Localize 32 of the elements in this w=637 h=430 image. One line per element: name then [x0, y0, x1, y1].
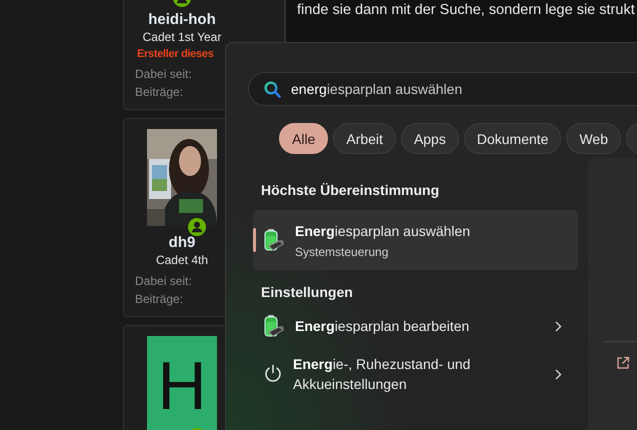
result-title: Energiesparplan bearbeiten [295, 317, 470, 336]
post-text: finde sie dann mit der Suche, sondern lege sie strukt [297, 1, 636, 20]
search-result[interactable]: Energiesparplan bearbeiten [253, 306, 578, 346]
search-icon [264, 80, 281, 98]
battery-icon [263, 228, 285, 252]
stat-label: Beiträge: [135, 291, 184, 307]
stat-label: Dabei seit: [135, 66, 193, 82]
avatar-letter: H [147, 336, 217, 430]
user-status-icon [188, 218, 206, 236]
user-rank: Cadet 4th [156, 252, 208, 269]
result-subtitle: Systemsteuerung [295, 245, 390, 259]
stat-label: Beiträge: [135, 84, 184, 100]
filter-chip[interactable]: Alle [279, 123, 328, 154]
battery-icon [263, 314, 285, 338]
search-field[interactable]: energiesparplan auswählen [248, 72, 637, 106]
user-name[interactable]: heidi-hoh [148, 10, 216, 29]
power-icon [263, 364, 283, 384]
filter-chip[interactable]: Dokumente [464, 123, 562, 154]
search-result[interactable]: Energiesparplan auswählen Systemsteuerung [253, 210, 578, 270]
open-external-icon[interactable] [616, 356, 630, 370]
result-title: Energie-, Ruhezustand- und Akkueinstellungen [293, 355, 472, 394]
search-result[interactable]: Energie-, Ruhezustand- und Akkueinstellungen [253, 346, 578, 402]
result-title: Energiesparplan auswählen [295, 222, 472, 241]
user-rank: Cadet 1st Year [142, 29, 222, 46]
user-name[interactable]: dh9 [168, 233, 196, 252]
filter-chip[interactable]: Web [566, 123, 621, 154]
stat-label: Dabei seit: [135, 273, 193, 289]
filter-chip[interactable]: Arbeit [333, 123, 396, 154]
author-label: Ersteller dieses [137, 47, 214, 62]
section-heading: Einstellungen [260, 283, 354, 302]
section-heading: Höchste Übereinstimmung [260, 181, 440, 200]
filter-chip[interactable]: Apps [400, 123, 459, 154]
